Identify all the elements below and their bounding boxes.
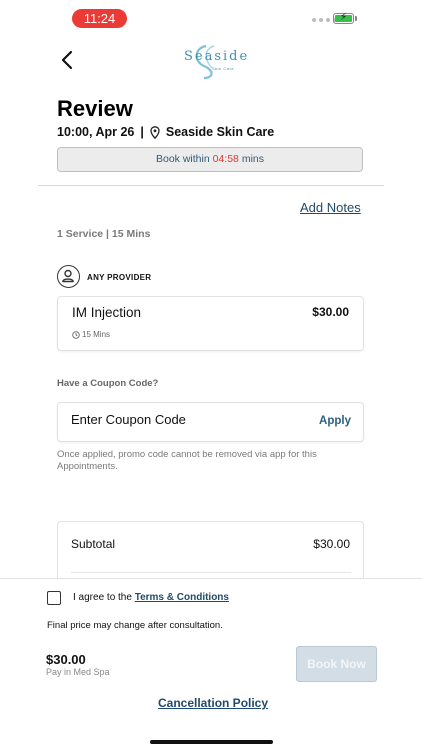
clock-icon <box>72 330 80 339</box>
appointment-datetime: 10:00, Apr 26 <box>57 125 135 139</box>
service-duration: 15 Mins <box>72 330 110 339</box>
agree-prefix: I agree to the <box>73 592 132 603</box>
info-separator: | <box>140 125 144 139</box>
location-pin-icon <box>150 125 160 139</box>
payment-location: Pay in Med Spa <box>46 667 110 677</box>
totals-divider <box>71 572 351 573</box>
terms-checkbox[interactable] <box>47 591 61 605</box>
total-price: $30.00 <box>46 652 86 667</box>
battery-icon: ⚡ <box>333 12 354 24</box>
logo-subtext: Skin Care <box>212 66 235 71</box>
subtotal-value: $30.00 <box>313 537 350 551</box>
timer-countdown: 04:58 <box>212 153 239 165</box>
booking-timer: Book within 04:58 mins <box>57 147 363 172</box>
appointment-location: Seaside Skin Care <box>165 125 275 139</box>
service-card[interactable]: IM Injection $30.00 15 Mins <box>57 296 364 351</box>
appointment-info: 10:00, Apr 26 | Seaside Skin Care <box>57 125 274 139</box>
brand-logo: Seaside Skin Care <box>176 42 248 80</box>
home-indicator <box>150 740 273 744</box>
coupon-input[interactable] <box>71 412 291 427</box>
service-name: IM Injection <box>72 305 142 320</box>
service-duration-text: 15 Mins <box>82 330 111 339</box>
price-disclaimer: Final price may change after consultatio… <box>47 620 223 631</box>
timer-prefix: Book within <box>156 153 210 165</box>
terms-agreement: I agree to the Terms & Conditions <box>73 592 229 603</box>
section-divider <box>38 185 384 186</box>
cancellation-policy-link[interactable]: Cancellation Policy <box>158 696 268 710</box>
coupon-note: Once applied, promo code cannot be remov… <box>57 449 317 472</box>
apply-button[interactable]: Apply <box>319 415 351 427</box>
back-button[interactable] <box>58 48 80 72</box>
person-icon <box>62 269 74 283</box>
page-title: Review <box>57 96 133 121</box>
subtotal-label: Subtotal <box>71 537 116 551</box>
checkout-footer: I agree to the Terms & Conditions Final … <box>0 578 422 751</box>
coupon-question: Have a Coupon Code? <box>57 378 159 389</box>
coupon-box: Apply <box>57 402 364 442</box>
add-notes-link[interactable]: Add Notes <box>300 200 361 215</box>
service-count: 1 Service | 15 Mins <box>57 228 151 240</box>
service-price: $30.00 <box>312 305 349 319</box>
provider-label: ANY PROVIDER <box>87 273 152 282</box>
book-now-button[interactable]: Book Now <box>296 646 377 682</box>
timer-suffix: mins <box>241 153 264 165</box>
status-time: 11:24 <box>72 9 127 28</box>
back-chevron-icon <box>61 50 73 70</box>
battery-cap <box>355 16 357 21</box>
provider-avatar <box>57 265 80 288</box>
terms-link[interactable]: Terms & Conditions <box>135 592 229 603</box>
logo-text: Seaside <box>184 49 250 64</box>
